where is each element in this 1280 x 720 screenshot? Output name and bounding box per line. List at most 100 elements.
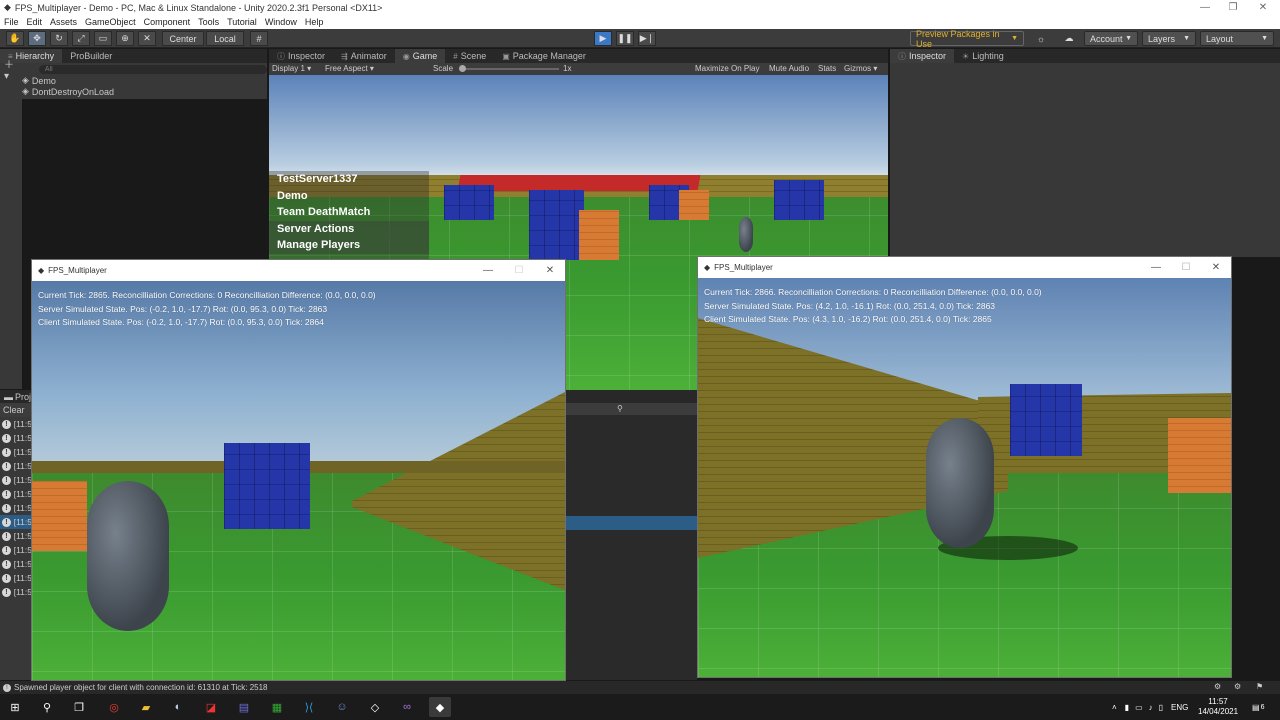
aspect-dropdown[interactable]: Free Aspect ▾ (325, 64, 374, 73)
tab-package-manager[interactable]: ▣ Package Manager (494, 49, 594, 63)
step-icon[interactable]: ▶❘ (638, 31, 656, 46)
maximize-icon[interactable]: ☐ (1171, 257, 1201, 277)
status-bar[interactable]: ! Spawned player object for client with … (0, 681, 1280, 694)
menu-tutorial[interactable]: Tutorial (227, 17, 257, 27)
menu-gameobject[interactable]: GameObject (85, 17, 136, 27)
unity-editor-icon[interactable]: ◆ (429, 697, 451, 717)
hierarchy-item-demo[interactable]: ◈ Demo (0, 75, 267, 86)
project-tab[interactable]: ▬ Proj (0, 390, 32, 403)
restore-icon[interactable]: ❐ (1218, 0, 1248, 15)
hand-tool-icon[interactable]: ✋ (6, 31, 24, 46)
clear-button[interactable]: Clear (0, 403, 32, 417)
menu-help[interactable]: Help (305, 17, 324, 27)
minimize-icon[interactable]: — (1190, 0, 1220, 15)
menu-edit[interactable]: Edit (27, 17, 43, 27)
selected-row[interactable] (565, 516, 697, 530)
tab-scene[interactable]: # Scene (445, 49, 494, 63)
list-item[interactable]: ! [11:5 (0, 515, 32, 529)
list-item[interactable]: ! [11:5 (0, 487, 32, 501)
chevron-up-icon[interactable]: ˄ (1112, 703, 1117, 712)
list-item[interactable]: ! [11:5 (0, 445, 32, 459)
usb-icon[interactable]: ▮ (1125, 703, 1129, 712)
tab-animator[interactable]: ⇶ Animator (333, 49, 395, 63)
add-icon[interactable]: ＋▾ (4, 56, 19, 82)
scale-slider[interactable] (459, 65, 559, 72)
list-item[interactable]: ! [11:5 (0, 529, 32, 543)
menu-team-deathmatch[interactable]: Team DeathMatch (269, 204, 429, 221)
tab-game[interactable]: ◉ Game (394, 49, 446, 63)
minimize-icon[interactable]: — (473, 260, 503, 280)
search-icon[interactable]: ⚲ (617, 404, 623, 413)
maximize-icon[interactable]: ☐ (504, 260, 534, 280)
vscode-icon[interactable]: ⟩⟨ (298, 697, 320, 717)
list-item[interactable]: ! [11:5 (0, 571, 32, 585)
tab-inspector[interactable]: ⓘ Inspector (269, 49, 333, 63)
maximize-on-play-button[interactable]: Maximize On Play (695, 64, 759, 73)
unity-hub-icon[interactable]: ◇ (364, 697, 386, 717)
visual-studio-icon[interactable]: ∞ (396, 697, 418, 717)
tab-lighting[interactable]: ☀ Lighting (954, 49, 1012, 63)
layers-dropdown[interactable]: Layers ▼ (1142, 31, 1196, 46)
close-icon[interactable]: ✕ (1201, 257, 1231, 277)
preview-packages-dropdown[interactable]: Preview Packages in Use ▼ (910, 29, 1024, 49)
pause-icon[interactable]: ❚❚ (616, 31, 634, 46)
account-dropdown[interactable]: Account ▼ (1084, 31, 1138, 46)
task-view-icon[interactable]: ❐ (68, 697, 90, 717)
hierarchy-search-input[interactable] (38, 64, 267, 74)
custom-tool-icon[interactable]: ✕ (138, 31, 156, 46)
acrobat-icon[interactable]: ◪ (200, 697, 222, 717)
transform-tool-icon[interactable]: ⊕ (116, 31, 134, 46)
minimize-icon[interactable]: — (1141, 257, 1171, 277)
menu-file[interactable]: File (4, 17, 19, 27)
search-icon[interactable]: ⚲ (36, 697, 58, 717)
menu-component[interactable]: Component (144, 17, 191, 27)
mute-audio-button[interactable]: Mute Audio (769, 64, 809, 73)
list-item[interactable]: ! [11:5 (0, 585, 32, 599)
layout-dropdown[interactable]: Layout ▼ (1200, 31, 1274, 46)
rect-tool-icon[interactable]: ▭ (94, 31, 112, 46)
list-item[interactable]: ! [11:5 (0, 459, 32, 473)
list-item[interactable]: ! [11:5 (0, 473, 32, 487)
client-window-right[interactable]: ◆ FPS_Multiplayer — ☐ ✕ Current Tick: 28… (697, 256, 1232, 678)
pivot-local-button[interactable]: Local (206, 31, 244, 46)
menu-manage-players[interactable]: Manage Players (269, 237, 429, 254)
clock[interactable]: 11:57 14/04/2021 (1198, 694, 1238, 720)
stats-button[interactable]: Stats (818, 64, 836, 73)
menu-assets[interactable]: Assets (50, 17, 77, 27)
display-dropdown[interactable]: Display 1 ▾ (272, 64, 311, 73)
menu-demo[interactable]: Demo (269, 188, 429, 205)
client-left-view[interactable]: Current Tick: 2865. Reconcilliation Corr… (32, 281, 565, 680)
battery-icon[interactable]: ▯ (1159, 703, 1163, 712)
rotate-tool-icon[interactable]: ↻ (50, 31, 68, 46)
volume-icon[interactable]: ♪ (1149, 703, 1153, 712)
discord-icon[interactable]: ☺ (331, 697, 353, 717)
list-item[interactable]: ! [11:5 (0, 501, 32, 515)
tab-right-inspector[interactable]: ⓘ Inspector (890, 49, 955, 63)
notifications-icon[interactable]: ▤ 6 (1252, 694, 1264, 720)
list-item[interactable]: ! [11:5 (0, 557, 32, 571)
client-right-view[interactable]: Current Tick: 2866. Reconcilliation Corr… (698, 278, 1231, 677)
cloud-icon[interactable]: ☁ (1058, 31, 1080, 46)
client-window-left[interactable]: ◆ FPS_Multiplayer — ☐ ✕ Current Tick: 28… (31, 259, 566, 681)
pivot-center-button[interactable]: Center (162, 31, 204, 46)
list-item[interactable]: ! [11:5 (0, 431, 32, 445)
gizmos-dropdown[interactable]: Gizmos ▾ (844, 64, 877, 73)
teams-icon[interactable]: ▤ (233, 697, 255, 717)
chrome-icon[interactable]: ◎ (103, 697, 125, 717)
play-icon[interactable]: ▶ (594, 31, 612, 46)
steam-icon[interactable]: ◐ (167, 697, 189, 717)
windows-start-icon[interactable]: ⊞ (4, 697, 26, 717)
light-icon[interactable]: ☼ (1032, 31, 1050, 46)
menu-tools[interactable]: Tools (198, 17, 219, 27)
file-explorer-icon[interactable]: ▰ (135, 697, 157, 717)
menu-server-name[interactable]: TestServer1337 (269, 171, 429, 188)
menu-window[interactable]: Window (265, 17, 297, 27)
spreadsheet-icon[interactable]: ▦ (266, 697, 288, 717)
scale-tool-icon[interactable]: ⤢ (72, 31, 90, 46)
language-indicator[interactable]: ENG (1171, 703, 1188, 712)
move-tool-icon[interactable]: ✥ (28, 31, 46, 46)
grid-snap-icon[interactable]: # (250, 31, 268, 46)
network-icon[interactable]: ▭ (1135, 703, 1143, 712)
list-item[interactable]: ! [11:5 (0, 417, 32, 431)
list-item[interactable]: ! [11:5 (0, 543, 32, 557)
